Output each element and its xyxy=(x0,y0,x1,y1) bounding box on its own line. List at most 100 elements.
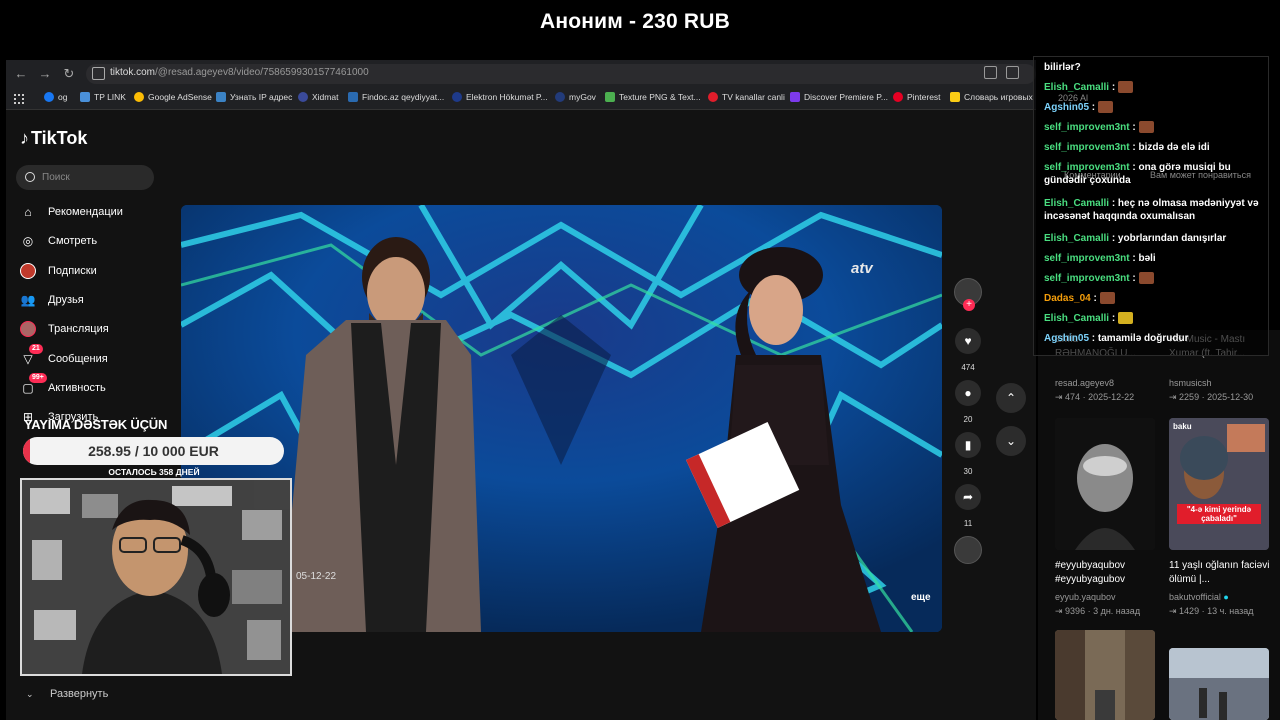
chat-message: Elish_Camalli : heç nə olmasa mədəniyyət… xyxy=(1044,198,1259,222)
nav-activity[interactable]: ▢ 99+ Активность xyxy=(20,373,180,398)
forward-icon[interactable]: → xyxy=(36,65,54,83)
city-image xyxy=(1169,648,1269,720)
reload-icon[interactable]: ↻ xyxy=(60,65,78,83)
activity-icon: ▢ 99+ xyxy=(20,373,47,396)
messages-icon: ▽ 21 xyxy=(20,344,43,367)
streamer-webcam xyxy=(20,478,292,676)
back-icon[interactable]: ← xyxy=(12,65,30,83)
recommended-thumbnail[interactable]: baku "4-ə kimi yerində çabaladı" xyxy=(1169,418,1269,550)
messages-badge: 21 xyxy=(29,344,43,354)
emote-icon xyxy=(1117,81,1133,94)
search-icon xyxy=(25,172,35,182)
nav-messages[interactable]: ▽ 21 Сообщения xyxy=(20,344,180,369)
video-player[interactable]: atv 05-12-22 еще xyxy=(181,205,942,632)
address-bar-row: ← → ↻ tiktok.com/@resad.ageyev8/video/75… xyxy=(6,60,1036,88)
emote-icon xyxy=(1138,272,1154,285)
donation-goal-days: ОСТАЛОСЬ 358 ДНЕЙ xyxy=(108,467,200,477)
bookmark[interactable]: Google AdSense xyxy=(134,92,212,102)
bookmark[interactable]: Xidmat xyxy=(298,92,338,102)
bookmark[interactable]: Texture PNG & Text... xyxy=(605,92,701,102)
following-icon xyxy=(20,263,36,279)
recommended-title[interactable]: #eyyubyaqubov #eyyubyagubov xyxy=(1055,559,1160,587)
chat-message: Elish_Camalli : xyxy=(1044,312,1266,325)
tiktok-logo[interactable]: ♪ TikTok xyxy=(20,128,87,149)
heart-icon[interactable]: ♥ xyxy=(955,328,981,354)
webcam-image xyxy=(22,480,290,674)
recommended-meta: ⇥ 1429 · 13 ч. назад xyxy=(1169,606,1254,616)
chat-message: self_improvem3nt : bəli xyxy=(1044,253,1156,264)
stream-chat: 2026 Al Комментарии Вам может понравитьс… xyxy=(1033,56,1269,356)
music-disc[interactable] xyxy=(953,536,983,564)
expand-button[interactable]: ⌄ Развернуть xyxy=(26,688,108,700)
thumbnail-caption: "4-ə kimi yerində çabaladı" xyxy=(1177,504,1261,524)
apps-grid-icon[interactable] xyxy=(14,94,24,104)
video-date-overlay: 05-12-22 xyxy=(296,571,337,582)
nav-live[interactable]: Трансляция xyxy=(20,319,180,339)
nav-friends[interactable]: 👥 Друзья xyxy=(20,290,180,310)
channel-brand: baku xyxy=(1173,422,1192,431)
bookmark[interactable]: og xyxy=(44,92,67,102)
emote-icon xyxy=(1099,292,1115,305)
recommended-user[interactable]: bakutvofficial ● xyxy=(1169,592,1229,602)
bookmark-icon[interactable]: ▮ xyxy=(955,432,981,458)
previous-video-button[interactable]: ⌃ xyxy=(996,383,1026,413)
bookmark[interactable]: Pinterest xyxy=(893,92,941,102)
compass-icon: ◎ xyxy=(22,234,34,248)
recommended-meta: ⇥ 9396 · 3 дн. назад xyxy=(1055,606,1141,616)
search-input[interactable]: Поиск xyxy=(16,165,154,190)
recommended-title[interactable]: 11 yaşlı oğlanın faciəvi ölümü |... xyxy=(1169,559,1274,587)
bookmark[interactable]: Словарь игровых xyxy=(950,92,1033,102)
nav-recommendations[interactable]: ⌂ Рекомендации xyxy=(20,202,180,222)
recommended-user[interactable]: resad.ageyev8 xyxy=(1055,378,1114,388)
like-count: 474 xyxy=(961,363,975,372)
nav-explore[interactable]: ◎ Смотреть xyxy=(20,231,180,251)
bookmark[interactable]: TP LINK xyxy=(80,92,126,102)
avatar[interactable]: + xyxy=(954,278,982,311)
comment-button[interactable]: ● 20 xyxy=(953,380,983,424)
recommended-user[interactable]: hsmusicsh xyxy=(1169,378,1212,388)
music-disc-icon[interactable] xyxy=(954,536,982,564)
author-avatar[interactable]: + xyxy=(953,278,983,311)
verified-icon: ● xyxy=(1223,592,1229,602)
recommended-thumbnail[interactable] xyxy=(1055,418,1155,550)
bookmark[interactable]: Узнать IP адрес xyxy=(216,92,292,102)
nav-following[interactable]: Подписки xyxy=(20,261,180,281)
tiktok-note-icon: ♪ xyxy=(20,128,29,148)
news-image xyxy=(1169,418,1269,550)
save-button[interactable]: ▮ 30 xyxy=(953,432,983,476)
chat-message: self_improvem3nt : ona görə musiqi bu gü… xyxy=(1044,162,1231,186)
url-text: tiktok.com/@resad.ageyev8/video/75865993… xyxy=(110,67,369,78)
chat-message: self_improvem3nt : bizdə də elə idi xyxy=(1044,142,1210,153)
live-icon xyxy=(20,321,36,337)
url-bar[interactable]: tiktok.com/@resad.ageyev8/video/75865993… xyxy=(86,64,1036,84)
home-icon: ⌂ xyxy=(24,205,32,219)
emote-icon xyxy=(1138,121,1154,134)
chevron-down-icon: ⌄ xyxy=(26,689,34,699)
bookmark[interactable]: myGov xyxy=(555,92,596,102)
follow-plus-icon[interactable]: + xyxy=(963,299,975,311)
install-icon[interactable] xyxy=(1006,66,1019,79)
recommended-panel: ЕМİL RƏHMANOĞLU... resad.ageyev8 ⇥ 474 ·… xyxy=(1038,330,1280,720)
bookmark[interactable]: Elektron Hökumət P... xyxy=(452,92,548,102)
chevron-down-icon: ⌄ xyxy=(1005,434,1017,448)
recommended-thumbnail[interactable] xyxy=(1169,648,1269,720)
bookmarks-bar: og TP LINK Google AdSense Узнать IP адре… xyxy=(6,88,1036,110)
recommended-thumbnail[interactable] xyxy=(1055,630,1155,720)
portrait-image xyxy=(1055,418,1155,550)
next-video-button[interactable]: ⌄ xyxy=(996,426,1026,456)
bookmark[interactable]: TV kanallar canli xyxy=(708,92,785,102)
chat-message: Elish_Camalli : xyxy=(1044,81,1266,94)
save-count: 30 xyxy=(963,467,973,476)
bookmark[interactable]: Discover Premiere P... xyxy=(790,92,888,102)
site-info-icon[interactable] xyxy=(92,67,105,80)
video-more-link[interactable]: еще xyxy=(911,592,931,603)
translate-icon[interactable] xyxy=(984,66,997,79)
emote-icon xyxy=(1097,101,1113,114)
share-icon[interactable]: ➦ xyxy=(955,484,981,510)
donation-goal-label: YAYIMA DƏSTƏK ÜÇÜN xyxy=(24,417,168,432)
bookmark[interactable]: Findoc.az qeydiyyat... xyxy=(348,92,444,102)
comment-icon[interactable]: ● xyxy=(955,380,981,406)
recommended-user[interactable]: eyyub.yaqubov xyxy=(1055,592,1116,602)
share-button[interactable]: ➦ 11 xyxy=(953,484,983,528)
like-button[interactable]: ♥ 474 xyxy=(953,328,983,372)
